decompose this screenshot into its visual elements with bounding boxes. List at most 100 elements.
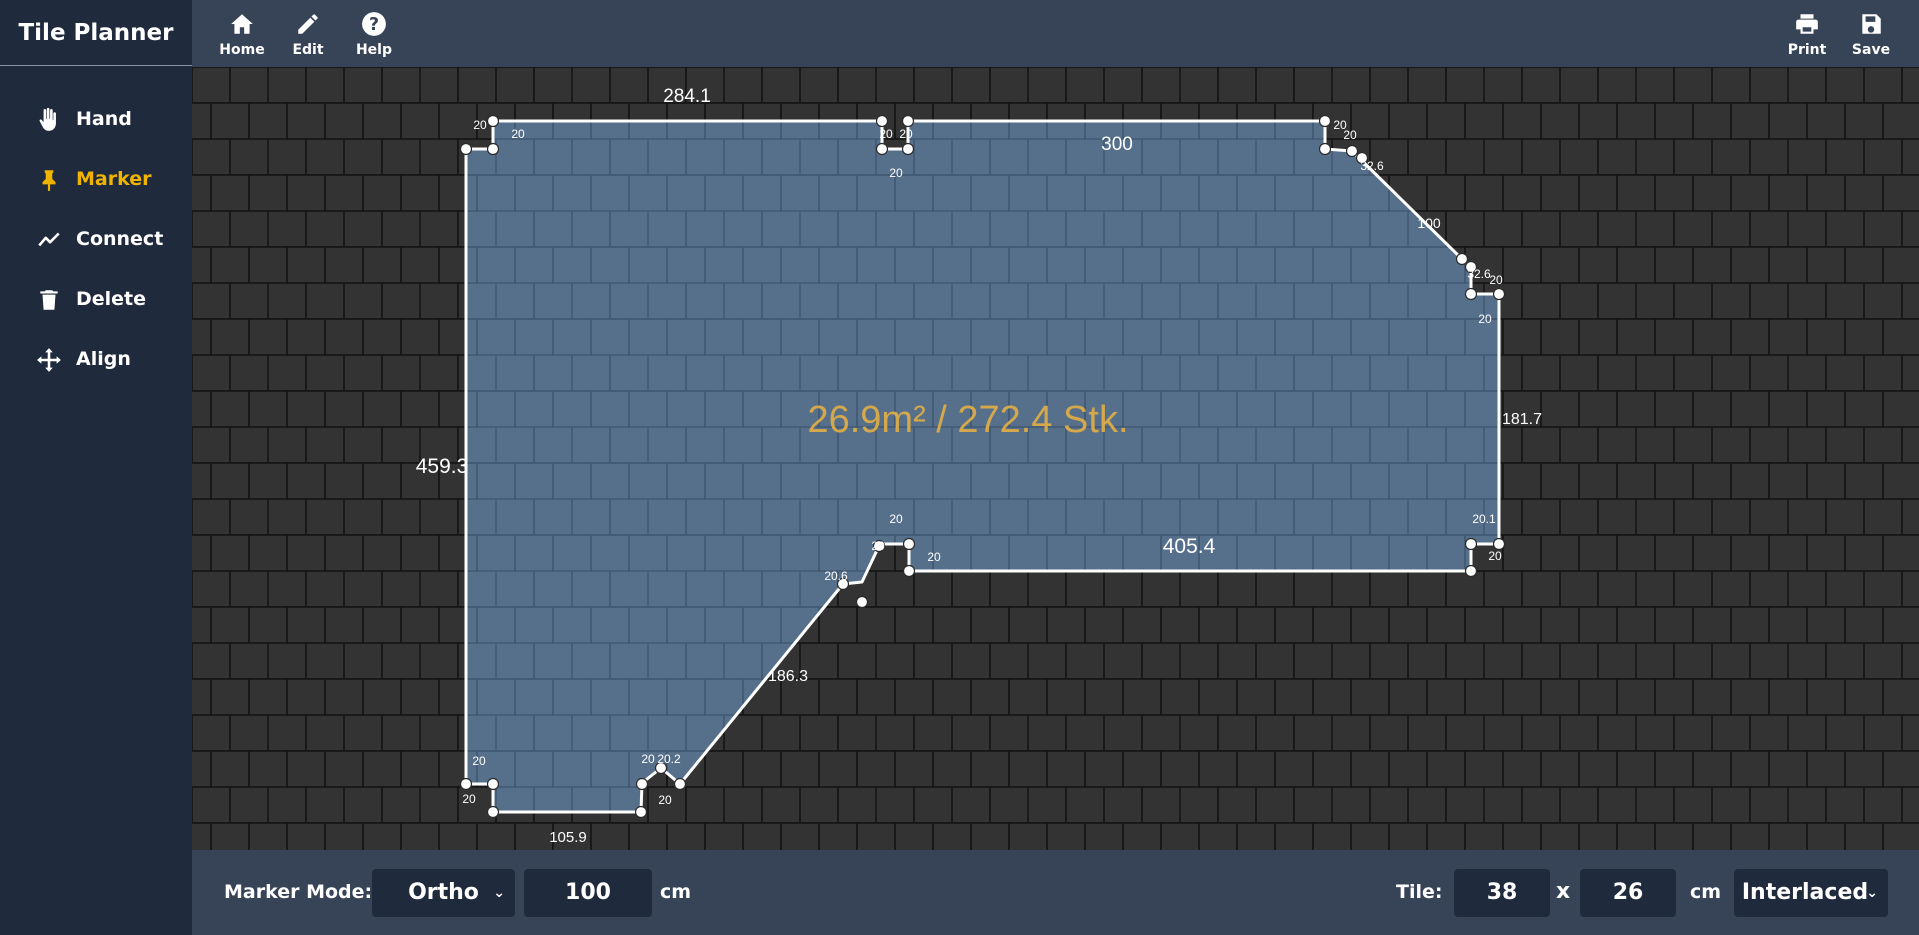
vertex-marker[interactable] (1455, 252, 1469, 266)
vertex-marker[interactable] (635, 777, 649, 791)
notch-label: 20 (927, 550, 941, 564)
dimension-label: 300 (1101, 134, 1133, 155)
vertex-marker[interactable] (1345, 144, 1359, 158)
notch-label: 32.6 (1360, 159, 1384, 173)
marker-mode-select[interactable]: Ortho ⌄ (372, 869, 515, 917)
vertex-marker[interactable] (673, 777, 687, 791)
edit-button[interactable]: Edit (278, 8, 338, 64)
vertex-marker[interactable] (459, 777, 473, 791)
notch-label: 20 (899, 127, 913, 141)
vertex-marker[interactable] (486, 805, 500, 819)
floor-plan-drawing[interactable]: 26.9m² / 272.4 Stk. 284.1 300 459.3 181.… (192, 67, 1919, 850)
notch-label: 20 (1489, 273, 1503, 287)
notch-label: 20 (889, 512, 903, 526)
marker-length-input[interactable]: 100 (524, 869, 652, 917)
vertex-marker[interactable] (1464, 287, 1478, 301)
connect-icon (38, 232, 60, 247)
vertex-marker[interactable] (875, 142, 889, 156)
notch-label: 20 (1343, 128, 1357, 142)
tile-label: Tile: (1396, 881, 1443, 903)
vertex-marker[interactable] (1318, 114, 1332, 128)
dimension-label: 284.1 (663, 86, 711, 107)
vertex-marker[interactable] (1492, 537, 1506, 551)
bottom-toolbar: Marker Mode: Ortho ⌄ 100 cm Tile: 38 x 2… (192, 850, 1919, 935)
vertex-marker[interactable] (875, 114, 889, 128)
tile-height-input[interactable]: 26 (1580, 869, 1676, 917)
vertex-marker[interactable] (1464, 537, 1478, 551)
printer-icon (1796, 14, 1818, 34)
vertex-marker[interactable] (1318, 142, 1332, 156)
save-icon (1862, 14, 1881, 34)
vertex-marker[interactable] (902, 537, 916, 551)
sidebar-item-label: Marker (76, 168, 152, 190)
vertex-marker[interactable] (1464, 564, 1478, 578)
notch-label: 32.6 (1467, 267, 1491, 281)
vertex-marker[interactable] (902, 564, 916, 578)
help-label: Help (355, 42, 393, 58)
notch-label: 20 (889, 166, 903, 180)
sidebar: Tile Planner Hand Marker Connect Delete … (0, 0, 192, 935)
home-icon (231, 14, 253, 34)
vertex-marker[interactable] (459, 142, 473, 156)
vertex-marker[interactable] (1492, 287, 1506, 301)
sidebar-item-label: Hand (76, 108, 132, 130)
sidebar-item-connect[interactable]: Connect (0, 218, 192, 262)
tile-width-value: 38 (1486, 880, 1518, 905)
print-button[interactable]: Print (1777, 8, 1837, 64)
notch-label: 20 (871, 539, 885, 553)
tile-pattern-select[interactable]: Interlaced ⌄ (1734, 869, 1888, 917)
sidebar-item-marker[interactable]: Marker (0, 158, 192, 202)
pencil-icon (298, 14, 318, 34)
sidebar-item-label: Delete (76, 288, 147, 310)
print-label: Print (1787, 42, 1827, 58)
dimension-label: 459.3 (416, 455, 469, 478)
sidebar-item-align[interactable]: Align (0, 338, 192, 382)
pin-icon (42, 170, 56, 191)
dimension-label: 181.7 (1502, 411, 1542, 428)
tile-canvas[interactable]: 26.9m² / 272.4 Stk. 284.1 300 459.3 181.… (192, 67, 1919, 850)
notch-label: 20.2 (657, 752, 681, 766)
marker-mode-label: Marker Mode: (224, 881, 373, 903)
notch-label: 20 (641, 752, 655, 766)
save-label: Save (1851, 42, 1891, 58)
marker-length-unit: cm (660, 881, 692, 903)
trash-icon (40, 290, 58, 310)
notch-label: 20 (1488, 549, 1502, 563)
marker-mode-value: Ortho (408, 880, 479, 905)
dimension-label: 105.9 (549, 829, 587, 846)
notch-label: 20 (511, 127, 525, 141)
sidebar-item-hand[interactable]: Hand (0, 98, 192, 142)
sidebar-item-delete[interactable]: Delete (0, 278, 192, 322)
notch-label: 20 (1478, 312, 1492, 326)
help-icon: ? (362, 12, 386, 36)
notch-label: 20 (658, 793, 672, 807)
chevron-down-icon: ⌄ (493, 885, 505, 901)
dimension-label: 186.3 (768, 668, 808, 685)
tile-height-value: 26 (1612, 880, 1644, 905)
top-toolbar: Home Edit ? Help Print Save (192, 0, 1919, 67)
chevron-down-icon: ⌄ (1866, 885, 1878, 901)
home-button[interactable]: Home (212, 8, 272, 64)
hand-icon (39, 107, 56, 131)
app-title: Tile Planner (0, 0, 192, 66)
vertex-marker[interactable] (901, 142, 915, 156)
vertex-marker[interactable] (855, 595, 869, 609)
notch-label: 20.1 (1472, 512, 1496, 526)
notch-label: 20.6 (824, 569, 848, 583)
help-button[interactable]: ? Help (344, 8, 404, 64)
dimension-label: 405.4 (1163, 535, 1216, 558)
vertex-marker[interactable] (634, 805, 648, 819)
notch-label: 20 (462, 792, 476, 806)
vertex-marker[interactable] (901, 114, 915, 128)
save-button[interactable]: Save (1841, 8, 1901, 64)
vertex-marker[interactable] (486, 142, 500, 156)
notch-label: 20 (472, 754, 486, 768)
tile-width-input[interactable]: 38 (1454, 869, 1550, 917)
sidebar-item-label: Connect (76, 228, 164, 250)
vertex-marker[interactable] (486, 777, 500, 791)
svg-text:?: ? (369, 15, 379, 35)
area-label: 26.9m² / 272.4 Stk. (807, 399, 1128, 441)
vertex-marker[interactable] (486, 114, 500, 128)
tile-unit: cm (1690, 881, 1722, 903)
sidebar-item-label: Align (76, 348, 131, 370)
